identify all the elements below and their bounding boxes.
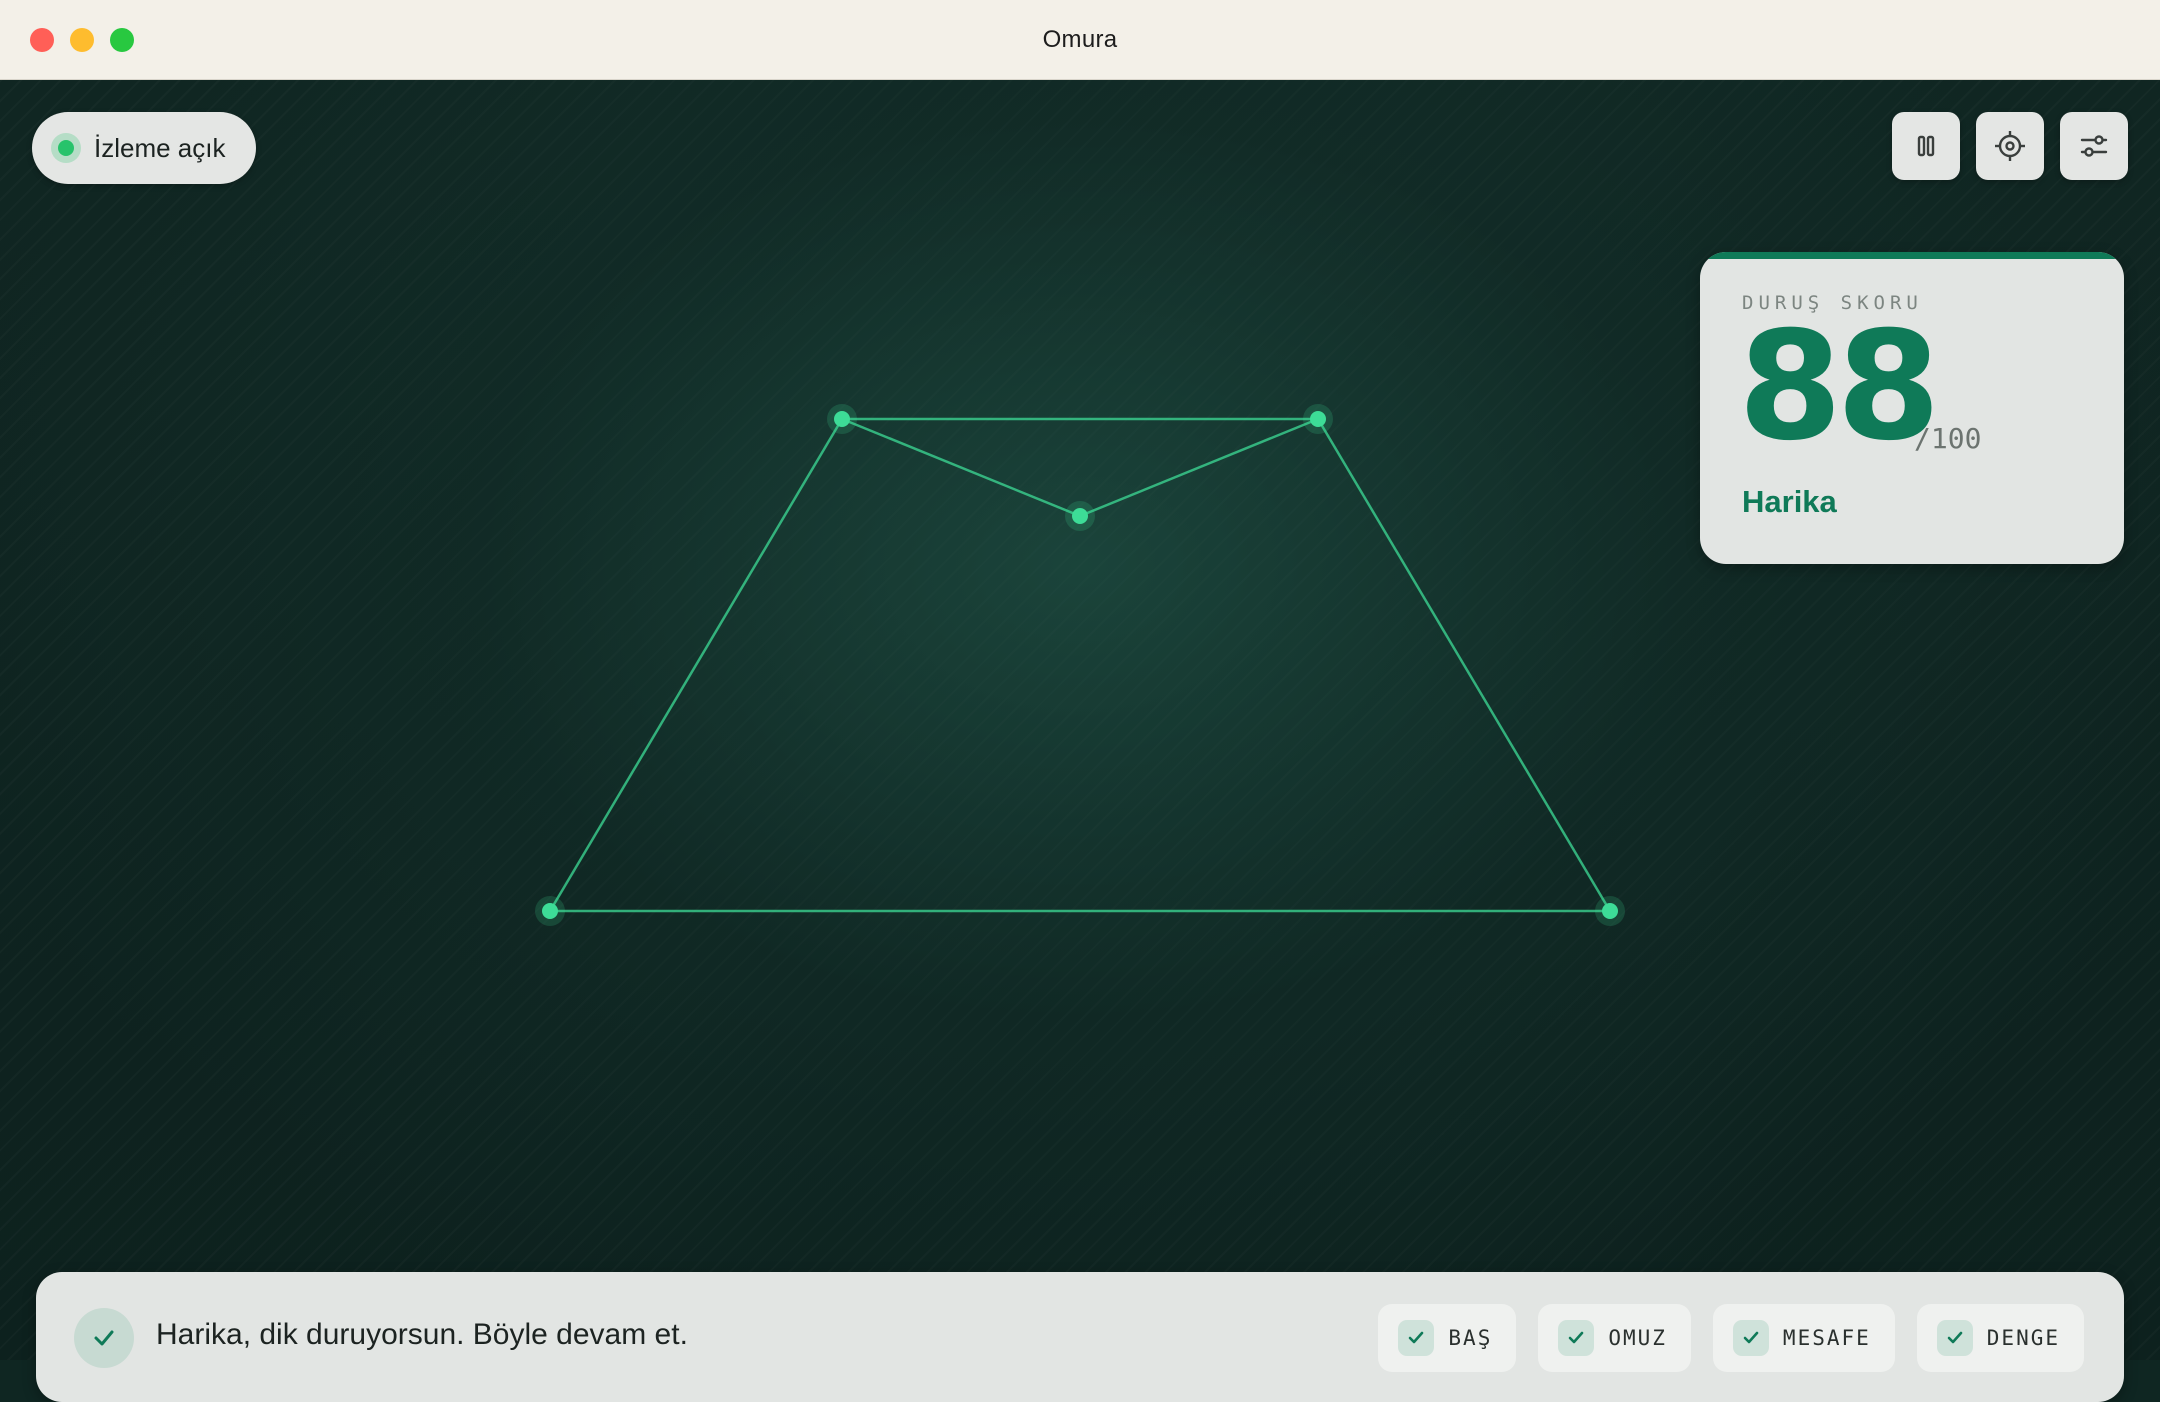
right-hip-joint: [1602, 903, 1618, 919]
close-window-button[interactable]: [30, 28, 54, 52]
title-bar: Omura: [0, 0, 2160, 80]
minimize-window-button[interactable]: [70, 28, 94, 52]
left-shoulder-joint: [834, 411, 850, 427]
pose-skeleton: [535, 404, 1625, 926]
neck-joint: [1072, 508, 1088, 524]
torso-right-line: [1316, 418, 1612, 912]
neck-left-line: [841, 417, 1081, 518]
right-shoulder-joint: [1310, 411, 1326, 427]
left-hip-joint: [542, 903, 558, 919]
window-title: Omura: [1042, 25, 1118, 53]
torso-left-line: [548, 418, 844, 912]
maximize-window-button[interactable]: [110, 28, 134, 52]
skeleton-joints: [535, 404, 1625, 926]
skeleton-lines: [548, 417, 1612, 913]
neck-right-line: [1079, 417, 1319, 518]
